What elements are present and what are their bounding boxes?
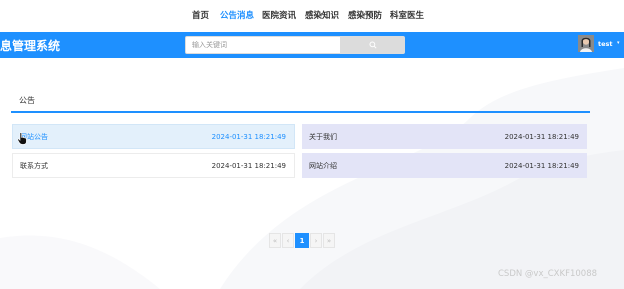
watermark-text: CSDN @vx_CXKF10088: [498, 269, 598, 279]
nav-item-announcements[interactable]: 公告消息: [220, 9, 254, 21]
section-divider: [11, 111, 590, 113]
nav-item-infection-knowledge[interactable]: 感染知识: [305, 9, 339, 21]
list-item-title: 联系方式: [20, 161, 48, 170]
list-item-date: 2024-01-31 18:21:49: [211, 161, 286, 170]
user-avatar[interactable]: [578, 35, 594, 52]
list-item-title: 关于我们: [309, 132, 337, 141]
pagination-last-button[interactable]: »: [323, 233, 335, 248]
header-bar: 息管理系统: [0, 32, 624, 58]
search-icon: [368, 41, 377, 49]
search-button[interactable]: [340, 36, 405, 54]
hand-cursor-icon: [17, 132, 27, 145]
list-item[interactable]: 网站介绍 2024-01-31 18:21:49: [302, 153, 587, 178]
list-item-date: 2024-01-31 18:21:49: [504, 132, 579, 141]
nav-item-hospital-news[interactable]: 医院资讯: [262, 9, 296, 21]
list-item-date: 2024-01-31 18:21:49: [211, 132, 286, 141]
pagination-current-page[interactable]: 1: [295, 233, 309, 248]
nav-item-department-doctors[interactable]: 科室医生: [390, 9, 424, 21]
top-navigation: 首页 公告消息 医院资讯 感染知识 感染预防 科室医生: [0, 0, 624, 32]
user-name[interactable]: test: [598, 40, 613, 48]
pagination-first-button[interactable]: «: [269, 233, 281, 248]
list-item[interactable]: 联系方式 2024-01-31 18:21:49: [12, 153, 295, 178]
chevron-down-icon[interactable]: ▾: [617, 40, 620, 46]
list-item[interactable]: 网站公告 2024-01-31 18:21:49: [12, 124, 295, 149]
section-title: 公告: [19, 96, 35, 105]
list-item-date: 2024-01-31 18:21:49: [504, 161, 579, 170]
search-input[interactable]: [185, 36, 341, 54]
site-title: 息管理系统: [0, 39, 61, 53]
list-item-title: 网站介绍: [309, 161, 337, 170]
pagination-prev-button[interactable]: ‹: [282, 233, 294, 248]
list-item[interactable]: 关于我们 2024-01-31 18:21:49: [302, 124, 587, 149]
pagination-next-button[interactable]: ›: [310, 233, 322, 248]
nav-item-home[interactable]: 首页: [192, 9, 209, 21]
nav-item-infection-prevention[interactable]: 感染预防: [348, 9, 382, 21]
